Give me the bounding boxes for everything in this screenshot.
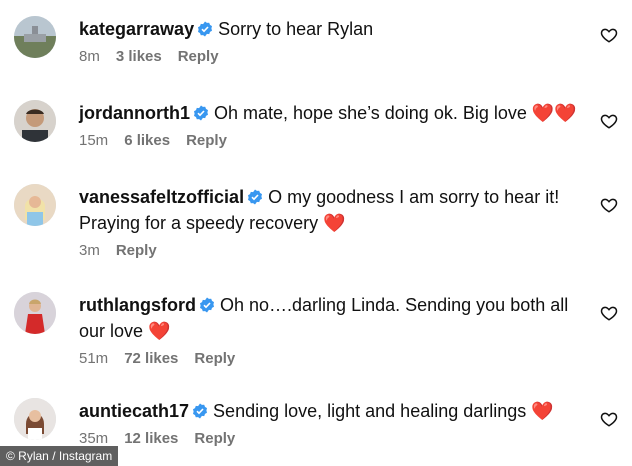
comment-line: kategarraway Sorry to hear Rylan [79, 16, 588, 42]
verified-badge-icon [192, 403, 208, 419]
verified-badge-icon [199, 297, 215, 313]
heart-outline-icon[interactable] [600, 112, 618, 130]
timestamp: 51m [79, 350, 109, 367]
comment-meta: 8m 3 likes Reply [79, 48, 588, 65]
reply-button[interactable]: Reply [194, 430, 235, 447]
like-count[interactable]: 12 likes [124, 430, 178, 447]
verified-badge-icon [197, 21, 213, 37]
username[interactable]: auntiecath17 [79, 401, 189, 421]
timestamp: 3m [79, 242, 100, 259]
comment-body: vanessafeltzofficial O my goodness I am s… [79, 184, 588, 259]
username[interactable]: ruthlangsford [79, 295, 196, 315]
username[interactable]: vanessafeltzofficial [79, 187, 244, 207]
comment-body: ruthlangsford Oh no….darling Linda. Sendi… [79, 292, 588, 367]
comment-text: O my goodness I am sorry to hear it! [268, 187, 560, 207]
comment-body: auntiecath17 Sending love, light and heal… [79, 398, 588, 447]
comment-meta: 51m 72 likes Reply [79, 350, 588, 367]
image-credit: © Rylan / Instagram [0, 446, 119, 466]
verified-badge-icon [247, 189, 263, 205]
username[interactable]: jordannorth1 [79, 103, 190, 123]
avatar[interactable] [14, 398, 56, 440]
like-count[interactable]: 3 likes [116, 48, 162, 65]
verified-badge-icon [193, 105, 209, 121]
avatar[interactable] [14, 184, 56, 226]
avatar[interactable] [14, 292, 56, 334]
like-count[interactable]: 72 likes [124, 350, 178, 367]
timestamp: 35m [79, 430, 109, 447]
avatar[interactable] [14, 16, 56, 58]
comment-body: jordannorth1 Oh mate, hope she’s doing ok… [79, 100, 588, 149]
reply-button[interactable]: Reply [186, 132, 227, 149]
timestamp: 8m [79, 48, 100, 65]
reply-button[interactable]: Reply [116, 242, 157, 259]
comment-line: jordannorth1 Oh mate, hope she’s doing ok… [79, 100, 588, 126]
heart-outline-icon[interactable] [600, 26, 618, 44]
heart-outline-icon[interactable] [600, 304, 618, 322]
comment-body: kategarraway Sorry to hear Rylan 8m 3 like… [79, 16, 588, 65]
heart-outline-icon[interactable] [600, 196, 618, 214]
comment-line: ruthlangsford Oh no….darling Linda. Sendi… [79, 292, 588, 318]
comment-text: Oh no….darling Linda. Sending you both a… [220, 295, 569, 315]
comment-meta: 35m 12 likes Reply [79, 430, 588, 447]
heart-outline-icon[interactable] [600, 410, 618, 428]
comment-meta: 15m 6 likes Reply [79, 132, 588, 149]
avatar[interactable] [14, 100, 56, 142]
comment-meta: 3m Reply [79, 242, 588, 259]
reply-button[interactable]: Reply [178, 48, 219, 65]
comment-text: Sorry to hear Rylan [218, 19, 374, 39]
comment-text: Oh mate, hope she’s doing ok. Big love ❤… [214, 103, 577, 123]
reply-button[interactable]: Reply [194, 350, 235, 367]
comment-text-continued: Praying for a speedy recovery ❤️ [79, 213, 346, 233]
like-count[interactable]: 6 likes [124, 132, 170, 149]
comment-line: auntiecath17 Sending love, light and heal… [79, 398, 588, 424]
username[interactable]: kategarraway [79, 19, 194, 39]
comment-text: Sending love, light and healing darlings… [213, 401, 554, 421]
comment-line: vanessafeltzofficial O my goodness I am s… [79, 184, 588, 210]
comment-text-continued: our love ❤️ [79, 321, 171, 341]
timestamp: 15m [79, 132, 109, 149]
